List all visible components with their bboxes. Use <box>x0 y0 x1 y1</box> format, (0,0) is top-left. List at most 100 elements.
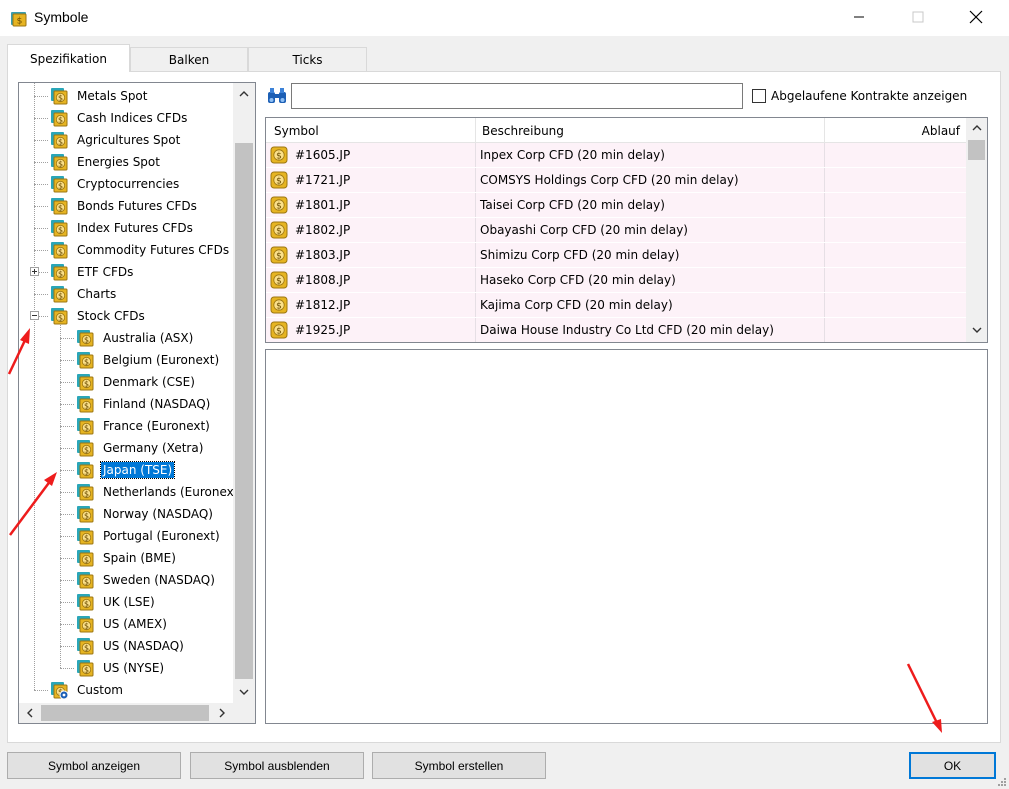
create-symbol-button[interactable]: Symbol erstellen <box>372 752 546 779</box>
table-row[interactable]: $ #1803.JP Shimizu Corp CFD (20 min delay) <box>266 243 966 268</box>
svg-text:$: $ <box>84 446 89 455</box>
scroll-corner <box>233 703 255 723</box>
tree-item-denmark-cse[interactable]: $ Denmark (CSE) <box>75 371 197 393</box>
tree-hscroll-thumb[interactable] <box>41 705 209 721</box>
tree-item-spain-bme[interactable]: $ Spain (BME) <box>75 547 178 569</box>
scroll-down-button[interactable] <box>233 681 255 703</box>
svg-text:$: $ <box>58 314 63 323</box>
tree-item-australia-asx[interactable]: $ Australia (ASX) <box>75 327 195 349</box>
tab-ticks[interactable]: Ticks <box>248 47 367 71</box>
tree-scroll-thumb[interactable] <box>235 143 253 679</box>
tree-item-stock-cfds[interactable]: $ Stock CFDs <box>49 305 147 327</box>
symbol-search-input[interactable] <box>291 83 743 109</box>
hide-symbol-button[interactable]: Symbol ausblenden <box>190 752 364 779</box>
column-header-symbol[interactable]: Symbol <box>266 118 476 143</box>
resize-grip-icon[interactable] <box>997 777 1007 787</box>
expired-contracts-label[interactable]: Abgelaufene Kontrakte anzeigen <box>771 89 967 103</box>
table-row[interactable]: $ #1925.JP Daiwa House Industry Co Ltd CFD… <box>266 318 966 342</box>
tree-guide-line <box>34 294 48 295</box>
folder-dollar-icon: $ <box>77 550 94 567</box>
tree-guide-line <box>60 492 74 493</box>
tree-item-commodity-futures-cfds[interactable]: $ Commodity Futures CFDs <box>49 239 231 261</box>
tree-guide-line <box>60 382 74 383</box>
chevron-down-icon <box>239 689 249 695</box>
tree-item-label: US (AMEX) <box>103 617 167 631</box>
tree-item-label: Japan (TSE) <box>99 461 176 479</box>
tree-item-label: Custom <box>77 683 123 697</box>
table-vertical-scrollbar[interactable] <box>966 118 987 342</box>
tree-item-us-nasdaq[interactable]: $ US (NASDAQ) <box>75 635 186 657</box>
tree-item-label: France (Euronext) <box>103 419 210 433</box>
expired-contracts-checkbox[interactable] <box>752 89 766 103</box>
tree-item-netherlands-euronext[interactable]: $ Netherlands (Euronext) <box>75 481 245 503</box>
tree-horizontal-scrollbar[interactable] <box>19 703 233 723</box>
scroll-up-button[interactable] <box>233 83 255 105</box>
column-header-description[interactable]: Beschreibung <box>476 118 825 143</box>
tree-item-germany-xetra[interactable]: $ Germany (Xetra) <box>75 437 205 459</box>
tree-item-norway-nasdaq[interactable]: $ Norway (NASDAQ) <box>75 503 215 525</box>
tree-item-label: Spain (BME) <box>103 551 176 565</box>
svg-text:$: $ <box>84 402 89 411</box>
tree-item-metals-spot[interactable]: $ Metals Spot <box>49 85 149 107</box>
folder-dollar-icon: $ <box>51 286 68 303</box>
tree-item-charts[interactable]: $ Charts <box>49 283 118 305</box>
tree-item-uk-lse[interactable]: $ UK (LSE) <box>75 591 157 613</box>
tree-guide-line <box>34 140 48 141</box>
svg-text:$: $ <box>58 292 63 301</box>
tree-item-label: Metals Spot <box>77 89 148 103</box>
tree-item-japan-tse[interactable]: $ Japan (TSE) <box>75 459 176 481</box>
tree-item-cash-indices-cfds[interactable]: $ Cash Indices CFDs <box>49 107 189 129</box>
tree-item-agricultures-spot[interactable]: $ Agricultures Spot <box>49 129 182 151</box>
table-row[interactable]: $ #1808.JP Haseko Corp CFD (20 min delay) <box>266 268 966 293</box>
show-symbol-button[interactable]: Symbol anzeigen <box>7 752 181 779</box>
scroll-left-button[interactable] <box>19 703 41 723</box>
tree-guide-line <box>34 118 48 119</box>
svg-text:$: $ <box>84 380 89 389</box>
tree-item-bonds-futures-cfds[interactable]: $ Bonds Futures CFDs <box>49 195 199 217</box>
tree-item-index-futures-cfds[interactable]: $ Index Futures CFDs <box>49 217 195 239</box>
table-row[interactable]: $ #1605.JP Inpex Corp CFD (20 min delay) <box>266 143 966 168</box>
cell-description: Kajima Corp CFD (20 min delay) <box>476 293 825 317</box>
column-header-label: Beschreibung <box>482 123 564 138</box>
tree-item-us-nyse[interactable]: $ US (NYSE) <box>75 657 166 679</box>
symbol-group-tree[interactable]: $ Metals Spot $ Cash Indices CFDs $ Agricultu… <box>18 82 256 724</box>
tree-item-energies-spot[interactable]: $ Energies Spot <box>49 151 162 173</box>
tree-item-belgium-euronext[interactable]: $ Belgium (Euronext) <box>75 349 221 371</box>
tree-item-etf-cfds[interactable]: $ ETF CFDs <box>49 261 135 283</box>
minimize-button[interactable] <box>836 0 882 34</box>
tree-item-label: Denmark (CSE) <box>103 375 195 389</box>
tab-specification[interactable]: Spezifikation <box>7 44 130 72</box>
svg-text:$: $ <box>84 556 89 565</box>
scroll-down-button[interactable] <box>966 320 987 340</box>
title-bar[interactable]: $ Symbole <box>0 0 1009 36</box>
cell-expiry <box>825 243 966 267</box>
folder-dollar-icon: $ <box>77 418 94 435</box>
scroll-right-button[interactable] <box>211 703 233 723</box>
svg-text:$: $ <box>58 94 63 103</box>
collapse-icon[interactable] <box>30 311 39 320</box>
expand-icon[interactable] <box>30 267 39 276</box>
tab-bars[interactable]: Balken <box>130 47 248 71</box>
scroll-up-button[interactable] <box>966 118 987 138</box>
table-scroll-thumb[interactable] <box>968 140 985 160</box>
tree-item-france-euronext[interactable]: $ France (Euronext) <box>75 415 212 437</box>
binoculars-icon[interactable] <box>266 86 288 106</box>
tree-item-finland-nasdaq[interactable]: $ Finland (NASDAQ) <box>75 393 212 415</box>
tree-item-portugal-euronext[interactable]: $ Portugal (Euronext) <box>75 525 222 547</box>
tree-item-us-amex[interactable]: $ US (AMEX) <box>75 613 169 635</box>
close-button[interactable] <box>953 0 999 34</box>
table-row[interactable]: $ #1721.JP COMSYS Holdings Corp CFD (20 mi… <box>266 168 966 193</box>
ok-button[interactable]: OK <box>909 752 996 779</box>
tree-item-custom[interactable]: $ Custom <box>49 679 125 701</box>
tree-guide-line <box>34 184 48 185</box>
table-row[interactable]: $ #1812.JP Kajima Corp CFD (20 min delay) <box>266 293 966 318</box>
symbols-table[interactable]: Symbol Beschreibung Ablauf $ #1605.JP Inpe… <box>265 117 988 343</box>
tree-guide-line <box>34 162 48 163</box>
tree-item-sweden-nasdaq[interactable]: $ Sweden (NASDAQ) <box>75 569 217 591</box>
column-header-expiry[interactable]: Ablauf <box>825 118 966 143</box>
tree-item-label: Cryptocurrencies <box>77 177 180 191</box>
table-row[interactable]: $ #1802.JP Obayashi Corp CFD (20 min delay… <box>266 218 966 243</box>
tree-vertical-scrollbar[interactable] <box>233 83 255 705</box>
tree-item-cryptocurrencies[interactable]: $ Cryptocurrencies <box>49 173 181 195</box>
table-row[interactable]: $ #1801.JP Taisei Corp CFD (20 min delay) <box>266 193 966 218</box>
